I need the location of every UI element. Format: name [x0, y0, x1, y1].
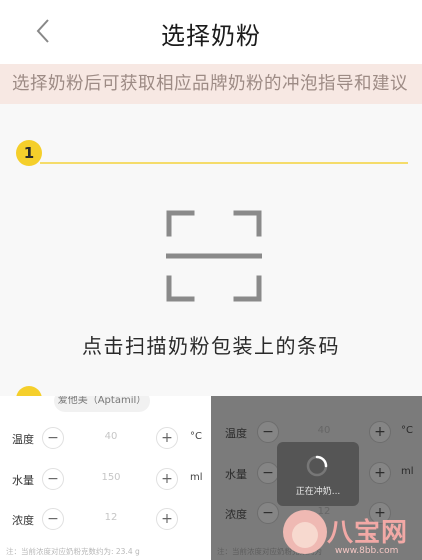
- decrease-button[interactable]: −: [257, 502, 279, 524]
- decrease-button[interactable]: −: [257, 462, 279, 484]
- increase-button[interactable]: +: [156, 427, 178, 449]
- setting-label: 浓度: [225, 508, 247, 521]
- loading-text: 正在冲奶...: [295, 487, 341, 497]
- increase-button[interactable]: +: [156, 468, 178, 490]
- setting-label: 水量: [12, 474, 34, 487]
- spinner-icon: [306, 455, 328, 477]
- step-divider: [40, 162, 408, 164]
- setting-unit: ml: [190, 472, 203, 483]
- scan-frame-icon[interactable]: [166, 210, 262, 302]
- increase-button[interactable]: +: [369, 421, 391, 443]
- setting-label: 水量: [225, 468, 247, 481]
- setting-label: 温度: [225, 427, 247, 440]
- increase-button[interactable]: +: [156, 508, 178, 530]
- watermark-url: www.8bb.com: [335, 546, 399, 556]
- decrease-button[interactable]: −: [42, 468, 64, 490]
- scan-section: 1 点击扫描奶粉包装上的条码: [0, 104, 422, 412]
- page-title: 选择奶粉: [161, 22, 261, 50]
- decrease-button[interactable]: −: [42, 508, 64, 530]
- setting-label: 温度: [12, 433, 34, 446]
- setting-value: 12: [104, 512, 118, 523]
- watermark: 八宝网 www.8bb.com: [283, 506, 422, 560]
- scan-hint[interactable]: 点击扫描奶粉包装上的条码: [0, 330, 422, 359]
- increase-button[interactable]: +: [369, 462, 391, 484]
- setting-row-concentration: 浓度 − 12 +: [0, 505, 211, 535]
- decrease-button[interactable]: −: [257, 421, 279, 443]
- setting-value: 150: [101, 472, 121, 483]
- baby-logo-icon: [283, 510, 327, 554]
- notice-banner: 选择奶粉后可获取相应品牌奶粉的冲泡指导和建议: [0, 64, 422, 104]
- brew-settings-panel: 爱他美（Aptamil） 温度 − 40 + °C 水量 − 150 + ml …: [0, 396, 211, 560]
- setting-unit: °C: [190, 431, 202, 442]
- setting-label: 浓度: [12, 514, 34, 527]
- step-badge: 1: [16, 140, 42, 166]
- setting-value: 40: [104, 431, 118, 442]
- dosage-note: 注：当前浓度对应奶粉克数约为: 23.4 g: [6, 547, 140, 556]
- setting-unit: °C: [401, 425, 413, 436]
- setting-row-temperature: 温度 − 40 + °C: [0, 424, 211, 454]
- setting-row-water: 水量 − 150 + ml: [0, 465, 211, 495]
- setting-unit: ml: [401, 466, 414, 477]
- brewing-panel: 温度 − 40 + °C 水量 − + ml 浓度 − 12 + 注：当前浓度对…: [211, 396, 422, 560]
- setting-value: 40: [317, 425, 331, 436]
- loading-toast: 正在冲奶...: [277, 442, 359, 506]
- watermark-name: 八宝网: [327, 518, 409, 548]
- decrease-button[interactable]: −: [42, 427, 64, 449]
- brand-chip[interactable]: 爱他美（Aptamil）: [54, 396, 150, 412]
- header: 选择奶粉: [0, 0, 422, 64]
